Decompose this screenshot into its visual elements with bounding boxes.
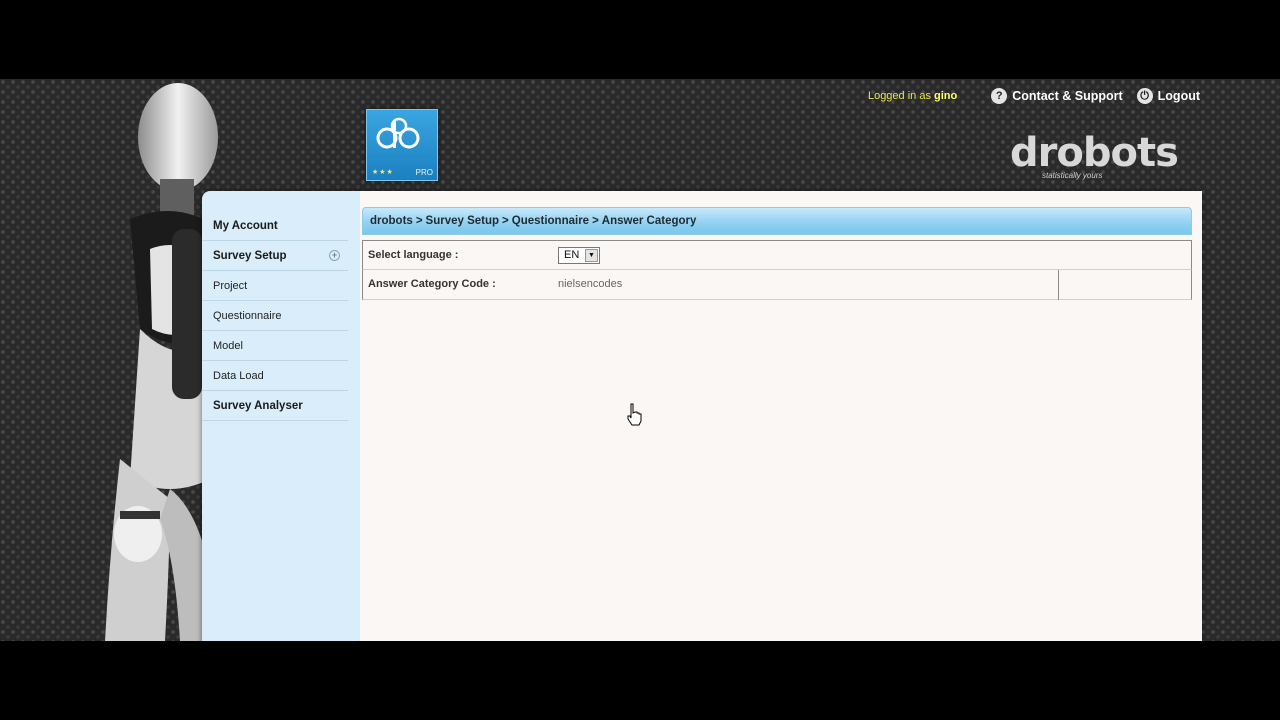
breadcrumb-separator: > bbox=[502, 215, 509, 227]
main-content: drobots > Survey Setup > Questionnaire > Answe… bbox=[360, 191, 1202, 641]
brand-tagline: statistically yours bbox=[1042, 171, 1103, 180]
breadcrumb: drobots > Survey Setup > Questionnaire > Answe… bbox=[362, 207, 1192, 235]
app-stage: Logged in as gino ? Contact & Support ⏻ … bbox=[0, 79, 1280, 641]
language-select-value: EN bbox=[564, 249, 580, 261]
contact-support-link[interactable]: ? Contact & Support bbox=[991, 88, 1123, 104]
breadcrumb-item[interactable]: drobots bbox=[370, 215, 413, 227]
language-row: Select language : EN ▼ bbox=[362, 240, 1192, 270]
breadcrumb-item[interactable]: Questionnaire bbox=[512, 215, 589, 227]
brand-word: drobots bbox=[1010, 130, 1179, 176]
sidebar-item-label: Questionnaire bbox=[213, 310, 282, 322]
code-value: nielsencodes bbox=[558, 278, 623, 290]
sidebar-item-label: Survey Setup bbox=[213, 250, 287, 262]
sidebar-item-label: My Account bbox=[213, 220, 278, 232]
letterbox-bottom bbox=[0, 641, 1280, 720]
expand-icon[interactable]: + bbox=[329, 250, 340, 261]
user-header: Logged in as gino ? Contact & Support ⏻ … bbox=[868, 87, 1200, 105]
logout-link[interactable]: ⏻ Logout bbox=[1136, 88, 1200, 104]
breadcrumb-separator: > bbox=[415, 215, 423, 227]
language-select[interactable]: EN ▼ bbox=[558, 247, 600, 264]
sidebar-item-project[interactable]: Project bbox=[202, 271, 348, 301]
chevron-down-icon[interactable]: ▼ bbox=[585, 249, 598, 262]
code-label: Answer Category Code : bbox=[368, 278, 496, 290]
breadcrumb-item[interactable]: Survey Setup bbox=[426, 215, 500, 227]
sidebar-item-survey-analyser[interactable]: Survey Analyser bbox=[202, 391, 348, 421]
code-row-blank-cell bbox=[1059, 270, 1191, 299]
app-logo-badge[interactable]: ★★★ PRO bbox=[366, 109, 438, 181]
content-panel: My Account Survey Setup + Project Questi… bbox=[202, 191, 1202, 641]
language-label: Select language : bbox=[368, 249, 459, 261]
sidebar-item-questionnaire[interactable]: Questionnaire bbox=[202, 301, 348, 331]
sidebar-nav: My Account Survey Setup + Project Questi… bbox=[202, 211, 348, 421]
pro-badge: PRO bbox=[415, 168, 433, 177]
drobots-logo-icon bbox=[376, 117, 420, 149]
sidebar-item-my-account[interactable]: My Account bbox=[202, 211, 348, 241]
logout-label: Logout bbox=[1157, 89, 1200, 103]
sidebar-item-label: Model bbox=[213, 340, 243, 352]
letterbox-top bbox=[0, 0, 1280, 79]
contact-support-label: Contact & Support bbox=[1012, 89, 1123, 103]
sidebar-item-model[interactable]: Model bbox=[202, 331, 348, 361]
breadcrumb-separator: > bbox=[592, 215, 599, 227]
help-icon: ? bbox=[991, 88, 1008, 104]
logged-in-prefix: Logged in as bbox=[867, 90, 931, 102]
username: gino bbox=[934, 90, 958, 102]
sidebar-item-label: Data Load bbox=[213, 370, 264, 382]
power-icon: ⏻ bbox=[1136, 88, 1153, 104]
sidebar-item-label: Survey Analyser bbox=[213, 400, 303, 412]
hand-pointer-cursor-icon bbox=[627, 403, 642, 426]
sidebar-item-label: Project bbox=[213, 280, 248, 292]
brand-wordmark: drobots statistically yours bbox=[1010, 131, 1192, 183]
code-row: Answer Category Code : nielsencodes bbox=[362, 270, 1192, 300]
logged-in-status: Logged in as gino bbox=[868, 90, 957, 102]
breadcrumb-current: Answer Category bbox=[601, 215, 697, 227]
sidebar-item-data-load[interactable]: Data Load bbox=[202, 361, 348, 391]
sidebar-item-survey-setup[interactable]: Survey Setup + bbox=[202, 241, 348, 271]
rating-stars-icon: ★★★ bbox=[372, 169, 394, 176]
answer-category-form: Select language : EN ▼ Answer Category C… bbox=[362, 240, 1192, 300]
